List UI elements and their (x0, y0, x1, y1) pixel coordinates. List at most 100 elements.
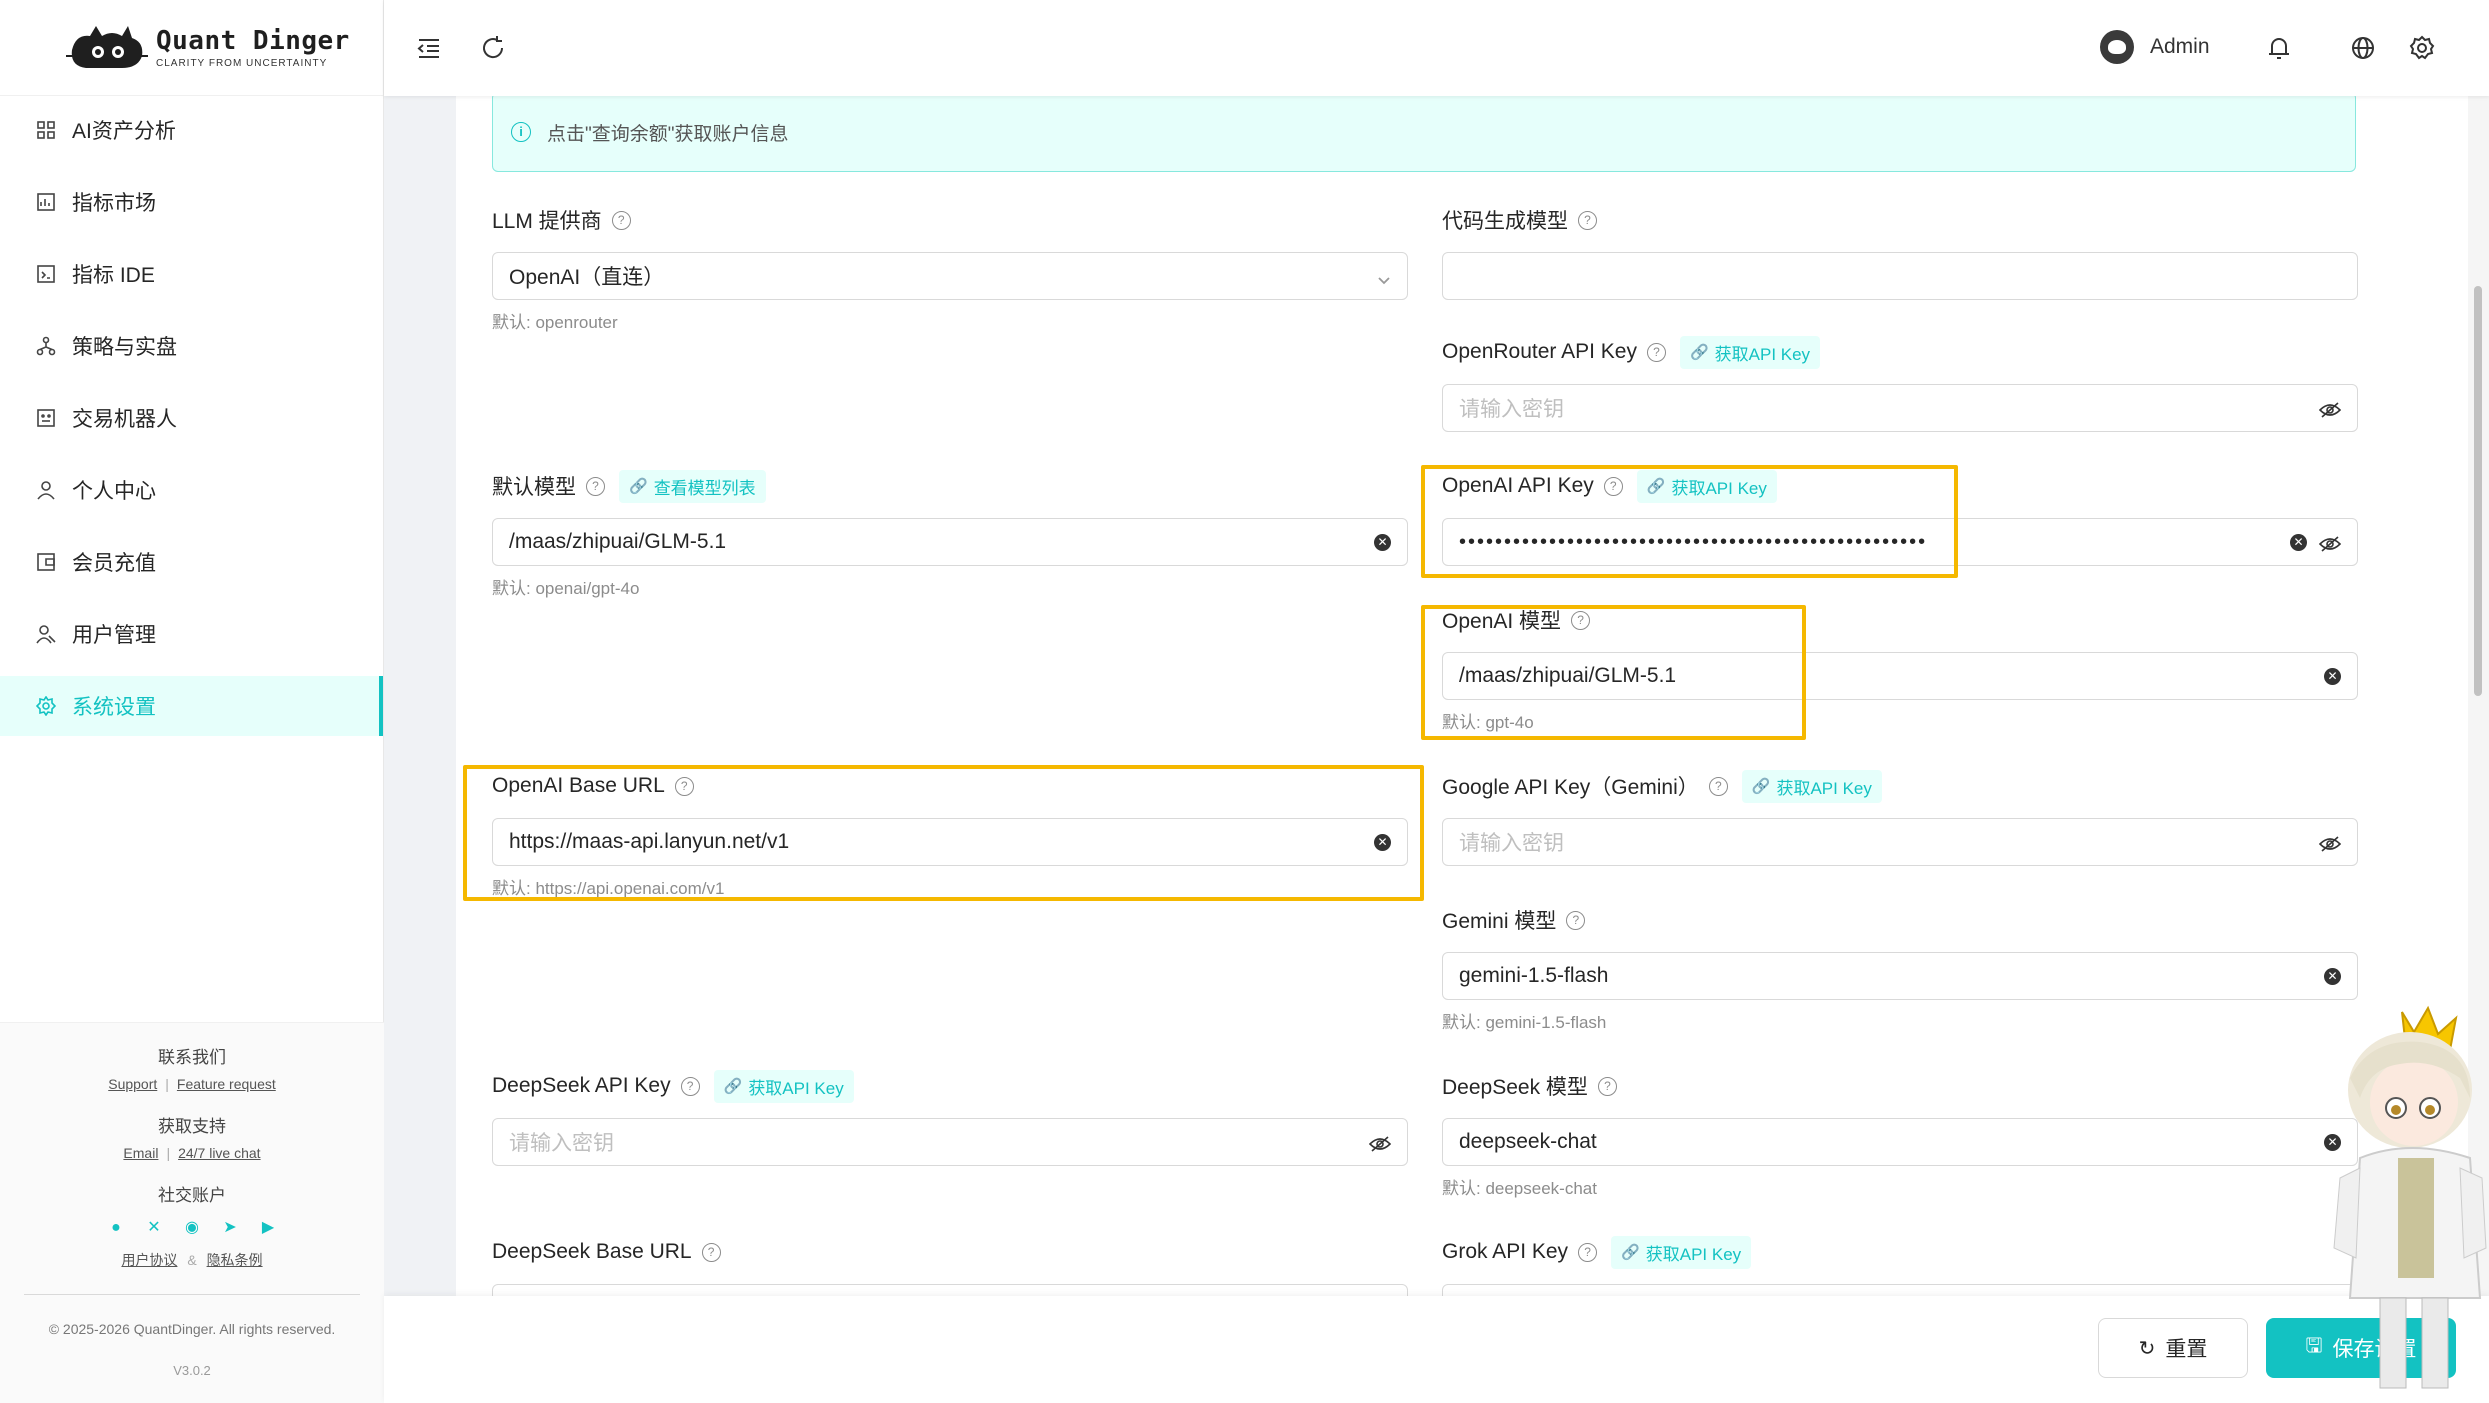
link-label: 查看模型列表 (653, 478, 756, 498)
link-icon: 🔗 (1689, 344, 1709, 361)
field-label: DeepSeek 模型 (1442, 1076, 1588, 1099)
default-model-input[interactable]: /maas/zhipuai/GLM-5.1 ✕ (492, 518, 1408, 566)
logo[interactable]: Quant Dinger CLARITY FROM UNCERTAINTY (0, 0, 383, 96)
field-hint: 默认: openai/gpt-4o (492, 579, 640, 598)
help-icon[interactable]: ? (1646, 342, 1666, 362)
get-api-key-link[interactable]: 🔗 获取API Key (1679, 335, 1821, 369)
clear-icon[interactable]: ✕ (1374, 533, 1391, 551)
sidebar-item-label: 交易机器人 (72, 408, 177, 431)
help-icon[interactable]: ? (1571, 610, 1591, 630)
clear-icon[interactable]: ✕ (2324, 667, 2341, 685)
scrollbar-thumb[interactable] (2474, 286, 2482, 696)
openai-model-field: OpenAI 模型 ? /maas/zhipuai/GLM-5.1 ✕ 默认: … (1442, 606, 2358, 733)
openrouter-key-input[interactable]: 请输入密钥 (1442, 384, 2358, 432)
eye-off-icon[interactable] (1368, 1134, 1392, 1152)
x-icon[interactable]: ✕ (146, 1220, 162, 1236)
help-icon[interactable]: ? (701, 1242, 721, 1262)
eye-off-icon[interactable] (2318, 400, 2342, 418)
sidebar-item-user-management[interactable]: 用户管理 (0, 604, 383, 664)
field-hint: 默认: gpt-4o (1442, 713, 1534, 732)
collapse-menu-icon[interactable] (414, 33, 444, 63)
sidebar-item-profile[interactable]: 个人中心 (0, 460, 383, 520)
mascot-character[interactable] (2310, 998, 2489, 1403)
action-bar: ↻ 重置 🖫 保存设置 (384, 1296, 2489, 1403)
link-icon: 🔗 (1751, 778, 1771, 795)
field-label: 默认模型 (492, 476, 576, 499)
version: V3.0.2 (173, 1363, 211, 1378)
help-icon[interactable]: ? (1597, 1076, 1617, 1096)
logo-mark-icon (66, 20, 148, 76)
help-icon[interactable]: ? (1603, 476, 1623, 496)
link-label: 获取API Key (1714, 344, 1811, 364)
link-label: 获取API Key (1776, 778, 1872, 798)
get-api-key-link[interactable]: 🔗 获取API Key (1611, 1235, 1752, 1269)
openai-model-input[interactable]: /maas/zhipuai/GLM-5.1 ✕ (1442, 652, 2358, 700)
email-link[interactable]: Email (123, 1145, 158, 1161)
gear-icon (36, 696, 56, 716)
clear-icon[interactable]: ✕ (2290, 533, 2307, 551)
reset-button[interactable]: ↻ 重置 (2098, 1318, 2248, 1378)
sidebar-item-label: 指标市场 (72, 192, 156, 215)
telegram-icon[interactable]: ➤ (222, 1220, 238, 1236)
globe-icon[interactable] (2348, 33, 2378, 63)
brand-tagline: CLARITY FROM UNCERTAINTY (156, 58, 328, 69)
openrouter-key-field: OpenRouter API Key ? 🔗 获取API Key 请输入密钥 (1442, 335, 2358, 432)
sidebar-item-label: 指标 IDE (72, 264, 155, 287)
help-icon[interactable]: ? (674, 776, 694, 796)
eye-off-icon[interactable] (2318, 534, 2342, 552)
sidebar-item-indicator-ide[interactable]: 指标 IDE (0, 244, 383, 304)
get-api-key-link[interactable]: 🔗 获取API Key (1741, 769, 1882, 803)
openai-key-input[interactable]: ••••••••••••••••••••••••••••••••••••••••… (1442, 518, 2358, 566)
sidebar-item-trading-bot[interactable]: 交易机器人 (0, 388, 383, 448)
sidebar-item-label: 用户管理 (72, 624, 156, 647)
sidebar-item-membership[interactable]: 会员充值 (0, 532, 383, 592)
privacy-link[interactable]: 隐私条例 (207, 1252, 263, 1268)
help-icon[interactable]: ? (680, 1076, 700, 1096)
view-model-list-link[interactable]: 🔗 查看模型列表 (619, 469, 766, 503)
deepseek-model-input[interactable]: deepseek-chat ✕ (1442, 1118, 2358, 1166)
openai-base-url-input[interactable]: https://maas-api.lanyun.net/v1 ✕ (492, 818, 1408, 866)
help-icon[interactable]: ? (1578, 210, 1597, 230)
get-api-key-link[interactable]: 🔗 获取API Key (713, 1069, 854, 1103)
top-header: Admin (384, 0, 2489, 96)
user-menu[interactable]: Admin (2100, 30, 2210, 64)
sidebar-item-ai-asset-analysis[interactable]: AI资产分析 (0, 100, 383, 160)
help-icon[interactable]: ? (1708, 776, 1728, 796)
input-value: /maas/zhipuai/GLM-5.1 (509, 530, 727, 553)
help-icon[interactable]: ? (1566, 910, 1586, 930)
field-hint: 默认: https://api.openai.com/v1 (492, 879, 725, 898)
youtube-icon[interactable]: ▶ (260, 1220, 276, 1236)
sidebar-item-strategy[interactable]: 策略与实盘 (0, 316, 383, 376)
clear-icon[interactable]: ✕ (2324, 967, 2341, 985)
help-icon[interactable]: ? (611, 210, 631, 230)
terms-link[interactable]: 用户协议 (121, 1252, 177, 1268)
sidebar-item-indicator-market[interactable]: 指标市场 (0, 172, 383, 232)
reset-icon: ↻ (2138, 1337, 2156, 1360)
help-icon[interactable]: ? (1578, 1242, 1598, 1262)
support-link[interactable]: Support (108, 1076, 157, 1092)
help-icon[interactable]: ? (586, 476, 605, 496)
live-chat-link[interactable]: 24/7 live chat (178, 1145, 261, 1161)
google-key-input[interactable]: 请输入密钥 (1442, 818, 2358, 866)
clear-icon[interactable]: ✕ (1374, 833, 1391, 851)
llm-provider-select[interactable]: OpenAI（直连） (492, 252, 1408, 300)
feature-request-link[interactable]: Feature request (177, 1076, 276, 1092)
field-label: Gemini 模型 (1442, 910, 1557, 933)
input-placeholder: 请输入密钥 (1459, 398, 1564, 421)
code-model-input[interactable] (1442, 252, 2358, 300)
gemini-model-input[interactable]: gemini-1.5-flash ✕ (1442, 952, 2358, 1000)
sidebar-item-system-settings[interactable]: 系统设置 (0, 676, 383, 736)
github-icon[interactable]: ● (108, 1220, 124, 1236)
chart-icon (37, 193, 55, 211)
discord-icon[interactable]: ◉ (184, 1220, 200, 1236)
openai-key-field: OpenAI API Key ? 🔗 获取API Key ••••••••••••… (1442, 469, 2358, 566)
field-label: Grok API Key (1442, 1240, 1569, 1263)
sidebar-nav: AI资产分析 指标市场 指标 IDE 策略与实盘 交易机器人 个人中心 会员充值 (0, 96, 383, 736)
default-model-field: 默认模型 ? 🔗 查看模型列表 /maas/zhipuai/GLM-5.1 ✕ 默… (492, 469, 1408, 599)
reload-icon[interactable] (478, 33, 508, 63)
bell-icon[interactable] (2264, 33, 2294, 63)
get-api-key-link[interactable]: 🔗 获取API Key (1636, 469, 1777, 503)
deepseek-key-input[interactable]: 请输入密钥 (492, 1118, 1408, 1166)
settings-icon[interactable] (2407, 33, 2437, 63)
eye-off-icon[interactable] (2318, 834, 2342, 852)
